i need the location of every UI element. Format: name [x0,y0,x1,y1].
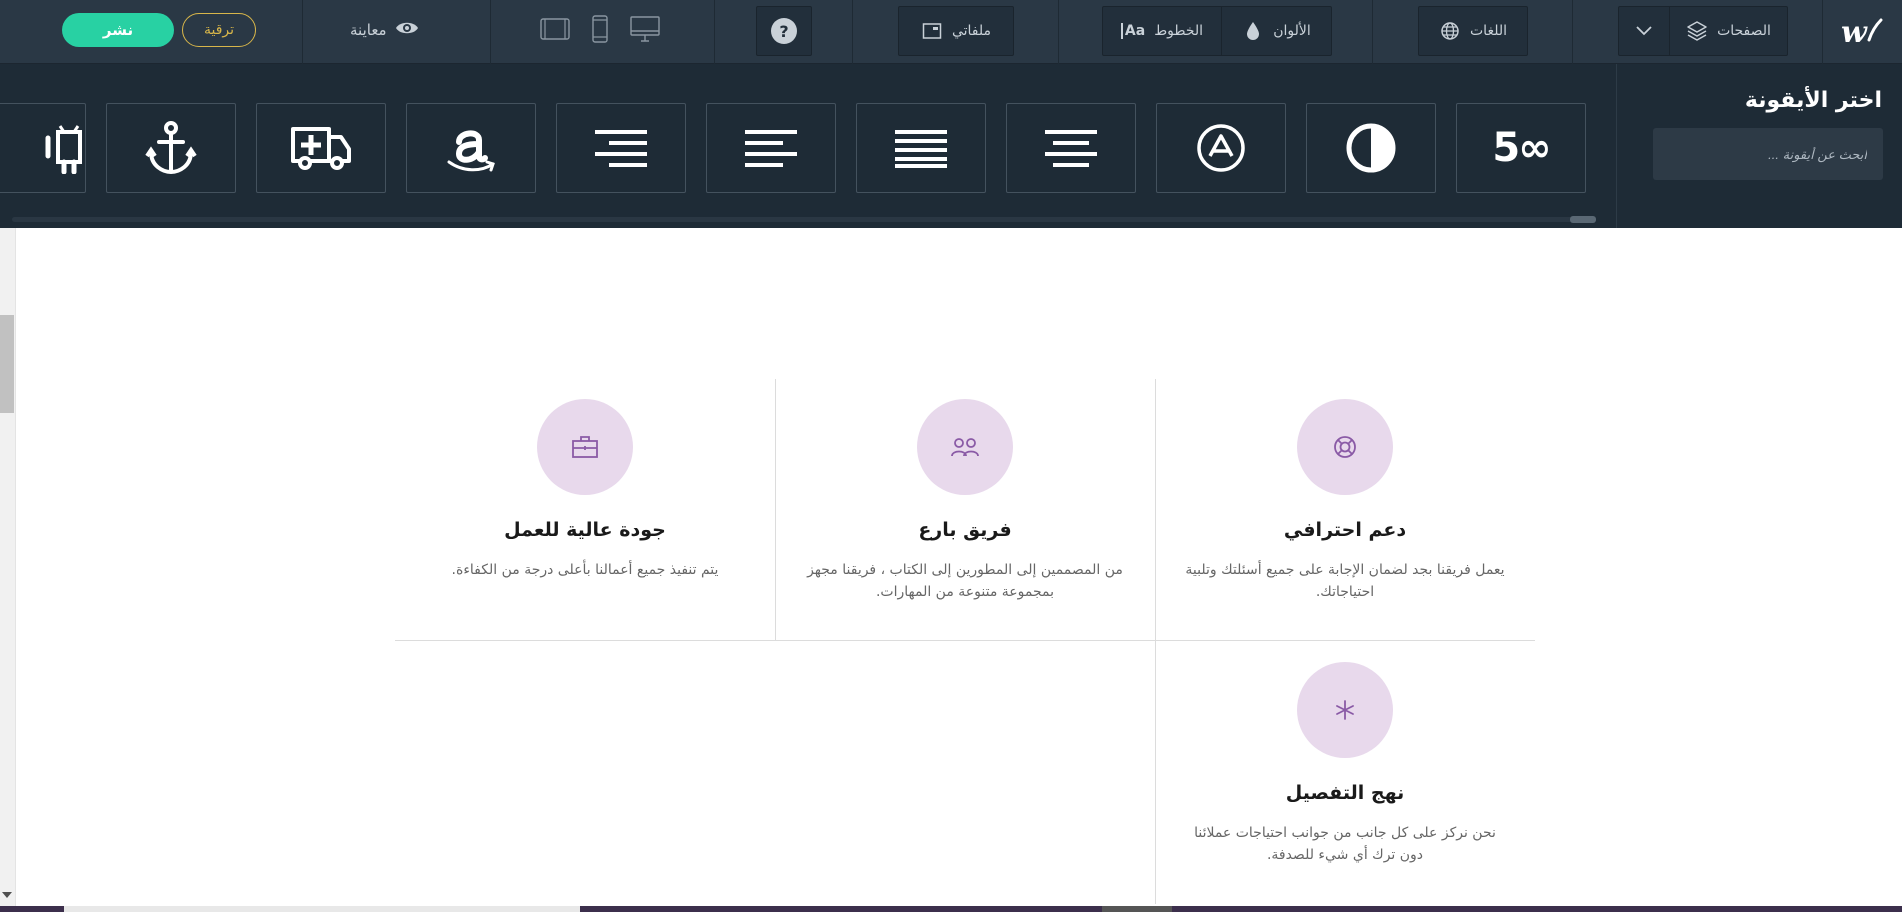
icon-strip-scroll-thumb[interactable] [1570,216,1596,223]
feature-icon-circle [537,399,633,495]
feature-icon-circle [917,399,1013,495]
feature-card: فريق بارع من المصممين إلى المطورين إلى ا… [775,399,1155,603]
device-switcher [540,14,660,48]
icon-tile-adn[interactable] [1156,103,1286,193]
feature-text: من المصممين إلى المطورين إلى الكتاب ، فر… [807,562,1123,600]
pages-label: الصفحات [1717,23,1771,39]
feature-card: جودة عالية للعمل يتم تنفيذ جميع أعمالنا … [395,399,775,581]
bottom-status-strip [0,906,1902,912]
files-button[interactable]: ملفاتي [899,7,1013,55]
pages-dropdown-toggle[interactable] [1619,7,1669,55]
folder-icon [921,20,943,42]
grid-divider [395,640,1535,641]
asterisk-icon [1336,700,1354,720]
fonts-label: الخطوط [1154,23,1204,39]
tablet-landscape-icon[interactable] [540,18,570,44]
feature-icon-circle [1297,399,1393,495]
colors-label: الألوان [1273,23,1311,39]
icon-tile-align-right[interactable] [556,103,686,193]
lifebuoy-icon [1334,436,1356,458]
droplet-icon [1242,20,1264,42]
adjust-icon [1346,123,1396,173]
icon-tile-ambulance[interactable] [256,103,386,193]
icon-tile-android[interactable] [0,103,86,193]
preview-button[interactable]: معاينة [350,14,419,46]
svg-text:w: w [1841,16,1868,46]
icon-tile-amazon[interactable] [406,103,536,193]
fonts-button[interactable]: Aa الخطوط [1103,7,1221,55]
help-button[interactable]: ? [756,6,812,56]
languages-group: اللغات [1418,6,1528,56]
colors-button[interactable]: الألوان [1221,7,1331,55]
scroll-down-arrow-icon[interactable] [2,892,12,898]
chevron-down-icon [1633,20,1655,42]
anchor-icon [145,121,197,175]
logo-icon: w [1841,16,1883,46]
amazon-icon [447,130,495,172]
android-icon [45,125,82,174]
icon-tile-500px[interactable]: 5∞ [1456,103,1586,193]
feature-card: نهج التفصيل نحن نركز على كل جانب من جوان… [1155,662,1535,866]
icon-tile-align-justify[interactable] [856,103,986,193]
app-logo[interactable]: w [1836,6,1886,56]
eye-icon [395,20,419,40]
icon-strip: 5∞ [0,64,1616,228]
adn-icon [1197,124,1245,172]
feature-title: نهج التفصيل [1285,782,1405,804]
help-icon: ? [771,18,797,44]
files-label: ملفاتي [951,23,992,39]
publish-button[interactable]: نشر [62,13,174,47]
icon-tile-align-left[interactable] [706,103,836,193]
page-scroll-thumb[interactable] [0,315,14,413]
feature-text: يعمل فريقنا بجد لضمان الإجابة على جميع أ… [1185,562,1505,600]
upgrade-button[interactable]: ترقية [182,13,256,47]
pages-group: الصفحات [1618,6,1788,56]
icon-tile-align-center[interactable] [1006,103,1136,193]
files-group: ملفاتي [898,6,1014,56]
feature-title: جودة عالية للعمل [504,519,666,541]
align-justify-icon [895,130,947,168]
feature-title: فريق بارع [918,519,1012,541]
desktop-icon[interactable] [630,16,660,46]
ambulance-icon [291,127,351,170]
icon-tile-adjust[interactable] [1306,103,1436,193]
pages-button[interactable]: الصفحات [1669,7,1787,55]
align-right-icon [595,130,647,167]
layers-icon [1686,20,1708,42]
icon-picker-panel: 5∞ اختر الأيقونة ابحث عن أيقونة ... [0,64,1902,228]
icon-picker-sidebar: اختر الأيقونة [1616,64,1902,228]
fonts-icon: Aa [1120,23,1145,39]
preview-label: معاينة [350,21,387,39]
top-toolbar: w الصفحات اللغات Aa الخطوط الألوان ملفات… [0,0,1902,64]
icon-search-input[interactable] [1653,128,1883,180]
feature-title: دعم احترافي [1283,519,1407,541]
mobile-icon[interactable] [592,15,608,47]
picker-title: اختر الأيقونة [1744,88,1882,113]
500px-icon: 5∞ [1492,125,1551,171]
icon-tile-anchor[interactable] [106,103,236,193]
briefcase-icon [572,436,598,458]
feature-card: دعم احترافي يعمل فريقنا بجد لضمان الإجاب… [1155,399,1535,603]
align-left-icon [745,130,797,167]
users-icon [951,438,979,457]
languages-label: اللغات [1470,23,1507,39]
feature-icon-circle [1297,662,1393,758]
align-center-icon [1045,130,1097,167]
icon-strip-scrollbar[interactable] [12,217,1596,222]
feature-text: نحن نركز على كل جانب من جوانب احتياجات ع… [1194,825,1496,863]
feature-text: يتم تنفيذ جميع أعمالنا بأعلى درجة من الك… [451,562,719,578]
languages-button[interactable]: اللغات [1419,7,1527,55]
design-group: Aa الخطوط الألوان [1102,6,1332,56]
globe-icon [1439,20,1461,42]
